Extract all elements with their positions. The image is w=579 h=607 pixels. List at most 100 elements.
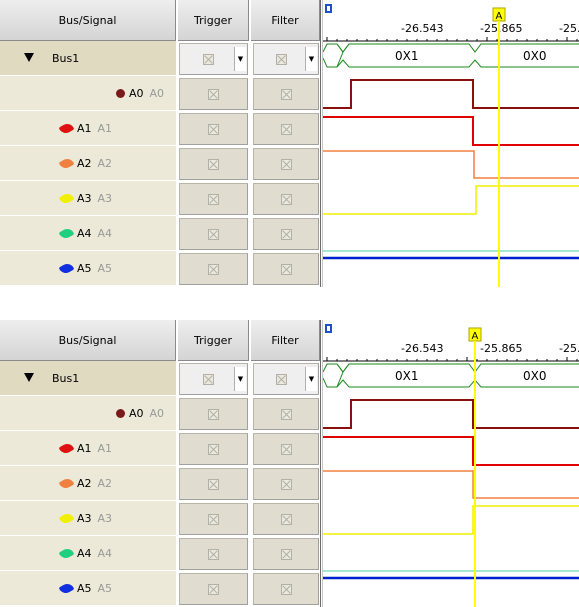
bus-trigger-dropdown[interactable]: ▼: [179, 43, 248, 75]
filter-disabled-icon: [280, 478, 292, 490]
probe-icon: [58, 441, 75, 456]
signal-name-cell: A3 A3: [0, 501, 176, 536]
probe-icon: [58, 156, 75, 171]
trigger-cell[interactable]: [179, 538, 248, 570]
filter-disabled-icon: [280, 583, 292, 595]
waveform-view[interactable]: -26.543 -25.865 -25. A 0X1 0X0: [323, 320, 579, 607]
filter-cell[interactable]: [253, 503, 319, 535]
filter-cell[interactable]: [253, 398, 319, 430]
filter-cell[interactable]: [253, 433, 319, 465]
signal-row-a3[interactable]: A3 A3: [0, 501, 320, 536]
signal-name: A0: [129, 407, 144, 420]
signal-alias: A0: [149, 407, 165, 420]
trigger-disabled-icon: [208, 228, 219, 240]
bus-row[interactable]: Bus1 ▼ ▼: [0, 361, 320, 396]
filter-cell[interactable]: [253, 113, 319, 145]
bus-row[interactable]: Bus1 ▼ ▼: [0, 41, 320, 76]
signal-name: A2: [77, 157, 92, 170]
bus-signal-column-header[interactable]: Bus/Signal: [0, 0, 176, 41]
ruler-tick-label: -26.543: [401, 22, 443, 35]
dot-icon: [116, 89, 125, 98]
trigger-column-header[interactable]: Trigger: [178, 320, 249, 361]
trigger-disabled-icon: [203, 53, 214, 65]
signal-alias: A4: [97, 227, 113, 240]
filter-disabled-icon: [280, 263, 292, 275]
trigger-column-header[interactable]: Trigger: [178, 0, 249, 41]
signal-row-a1[interactable]: A1 A1: [0, 431, 320, 466]
dropdown-arrow-icon[interactable]: ▼: [305, 367, 317, 391]
probe-icon: [58, 581, 75, 596]
filter-disabled-icon: [280, 193, 292, 205]
signal-row-a0[interactable]: A0 A0: [0, 396, 320, 431]
analyzer-panel-bottom: Bus/Signal Trigger Filter Bus1 ▼ ▼ A0 A0…: [0, 320, 579, 607]
filter-disabled-icon: [280, 548, 292, 560]
signal-row-a5[interactable]: A5 A5: [0, 571, 320, 606]
waveform-view[interactable]: -26.543 -25.865 -25. A 0X1 0X0: [323, 0, 579, 287]
signal-name: A1: [77, 442, 92, 455]
bus-filter-dropdown[interactable]: ▼: [253, 43, 319, 75]
probe-icon: [58, 261, 75, 276]
probe-icon: [58, 121, 75, 136]
probe-icon: [58, 226, 75, 241]
trigger-cell[interactable]: [179, 148, 248, 180]
trigger-disabled-icon: [208, 88, 219, 100]
trigger-disabled-icon: [208, 583, 219, 595]
filter-cell[interactable]: [253, 218, 319, 250]
filter-disabled-icon: [275, 53, 287, 65]
filter-cell[interactable]: [253, 78, 319, 110]
signal-row-a2[interactable]: A2 A2: [0, 466, 320, 501]
ruler-tick-label: -26.543: [401, 342, 443, 355]
filter-cell[interactable]: [253, 183, 319, 215]
cursor-marker-label: A: [472, 331, 479, 342]
filter-disabled-icon: [275, 373, 287, 385]
filter-column-header[interactable]: Filter: [251, 0, 320, 41]
trigger-cell[interactable]: [179, 503, 248, 535]
filter-cell[interactable]: [253, 148, 319, 180]
bus-signal-header-label: Bus/Signal: [58, 333, 117, 347]
signal-alias: A2: [97, 157, 113, 170]
signal-row-a3[interactable]: A3 A3: [0, 181, 320, 216]
bus-signal-header-label: Bus/Signal: [58, 13, 117, 27]
signal-row-a1[interactable]: A1 A1: [0, 111, 320, 146]
trigger-cell[interactable]: [179, 398, 248, 430]
trigger-cell[interactable]: [179, 183, 248, 215]
signal-row-a2[interactable]: A2 A2: [0, 146, 320, 181]
bus-signal-column-header[interactable]: Bus/Signal: [0, 320, 176, 361]
trigger-disabled-icon: [208, 443, 219, 455]
dropdown-arrow-icon[interactable]: ▼: [234, 367, 246, 391]
bus-name: Bus1: [52, 372, 80, 385]
signal-name: A5: [77, 582, 92, 595]
signal-name-cell: A5 A5: [0, 571, 176, 606]
signal-row-a4[interactable]: A4 A4: [0, 536, 320, 571]
trigger-cell[interactable]: [179, 253, 248, 285]
bus-filter-dropdown[interactable]: ▼: [253, 363, 319, 395]
signal-alias: A0: [149, 87, 165, 100]
trigger-header-label: Trigger: [194, 333, 232, 347]
collapse-triangle-icon[interactable]: [24, 53, 34, 62]
filter-cell[interactable]: [253, 538, 319, 570]
filter-column-header[interactable]: Filter: [251, 320, 320, 361]
trigger-cell[interactable]: [179, 218, 248, 250]
trigger-cell[interactable]: [179, 78, 248, 110]
signal-name-cell: A1 A1: [0, 111, 176, 146]
collapse-triangle-icon[interactable]: [24, 373, 34, 382]
trigger-cell[interactable]: [179, 573, 248, 605]
bus-trigger-dropdown[interactable]: ▼: [179, 363, 248, 395]
trigger-cell[interactable]: [179, 468, 248, 500]
trigger-disabled-icon: [208, 263, 219, 275]
filter-cell[interactable]: [253, 468, 319, 500]
ruler-tick-label: -25.: [559, 22, 579, 35]
dropdown-arrow-icon[interactable]: ▼: [305, 47, 317, 71]
signal-row-a0[interactable]: A0 A0: [0, 76, 320, 111]
filter-cell[interactable]: [253, 573, 319, 605]
signal-name-cell: A3 A3: [0, 181, 176, 216]
dropdown-arrow-icon[interactable]: ▼: [234, 47, 246, 71]
signal-row-a5[interactable]: A5 A5: [0, 251, 320, 286]
bus-value: 0X1: [395, 49, 419, 63]
trigger-cell[interactable]: [179, 113, 248, 145]
filter-cell[interactable]: [253, 253, 319, 285]
signal-row-a4[interactable]: A4 A4: [0, 216, 320, 251]
dot-icon: [116, 409, 125, 418]
trigger-cell[interactable]: [179, 433, 248, 465]
signal-alias: A5: [97, 582, 113, 595]
